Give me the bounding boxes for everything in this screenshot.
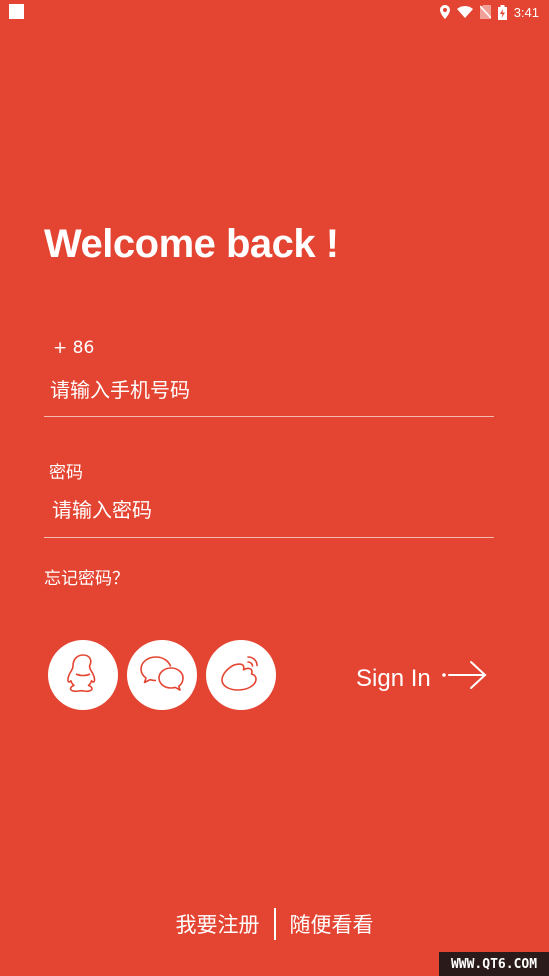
bottom-links: 我要注册 随便看看 (0, 908, 549, 940)
watermark: WWW.QT6.COM (439, 952, 549, 976)
sign-in-label: Sign In (356, 664, 431, 692)
no-sim-icon (479, 5, 491, 19)
phone-input[interactable] (44, 370, 494, 410)
qq-icon (63, 652, 103, 698)
location-icon (439, 5, 450, 19)
status-time: 3:41 (513, 4, 539, 20)
notification-icon (9, 4, 24, 19)
weibo-login-button[interactable] (206, 640, 276, 710)
forgot-password-link[interactable]: 忘记密码？ (44, 564, 129, 589)
divider (273, 908, 276, 940)
register-link[interactable]: 我要注册 (176, 909, 260, 939)
weibo-icon (218, 653, 264, 697)
status-icons: 3:41 (439, 3, 539, 21)
phone-underline (44, 416, 494, 417)
status-bar: 3:41 (0, 0, 549, 24)
sign-in-button[interactable]: Sign In (356, 660, 489, 697)
arrow-right-icon (441, 660, 489, 697)
password-underline (44, 537, 494, 538)
wechat-icon (139, 654, 185, 696)
welcome-title: Welcome back ! (44, 222, 339, 266)
browse-link[interactable]: 随便看看 (290, 909, 374, 939)
country-code-label[interactable]: + 86 (53, 338, 94, 358)
password-input[interactable] (44, 490, 494, 530)
qq-login-button[interactable] (48, 640, 118, 710)
password-label: 密码 (49, 463, 83, 483)
wechat-login-button[interactable] (127, 640, 197, 710)
wifi-icon (456, 6, 473, 18)
battery-charging-icon (497, 4, 507, 20)
